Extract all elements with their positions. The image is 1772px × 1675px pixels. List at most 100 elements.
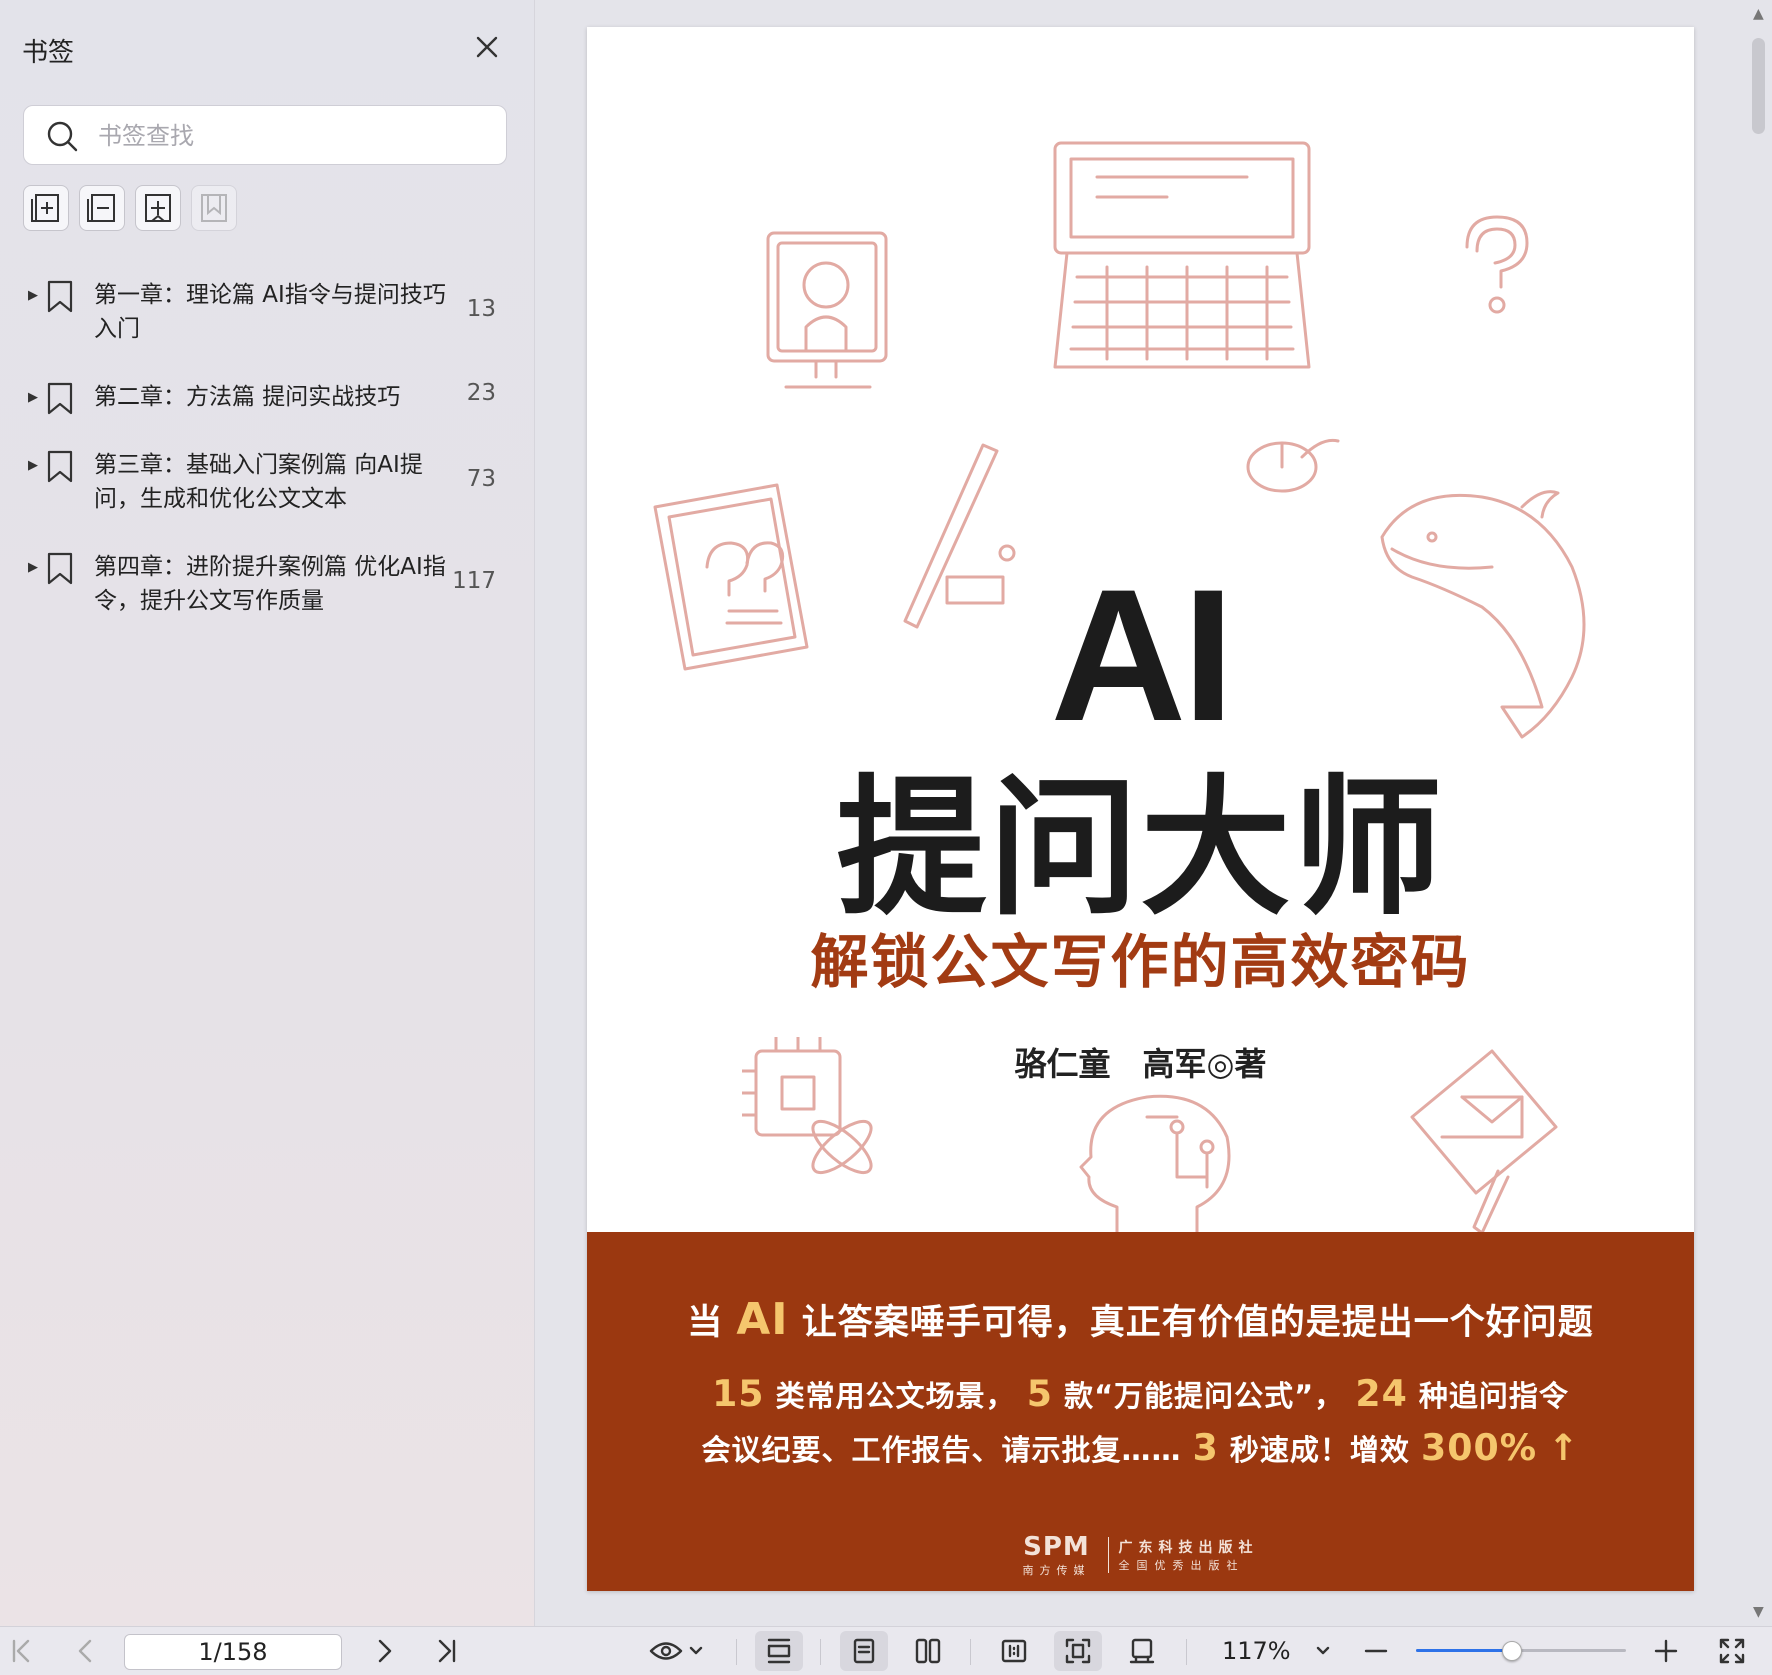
view-mode-dropdown[interactable] <box>644 1627 708 1675</box>
bookmark-page-number: 13 <box>466 296 496 322</box>
pdf-page[interactable]: AI 提问大师 解锁公文写作的高效密码 骆仁童 高军◎著 当 AI 让答案唾手可… <box>587 27 1694 1591</box>
cover-authors: 骆仁童 高军◎著 <box>1014 1045 1267 1083</box>
bookmark-label: 第四章：进阶提升案例篇 优化AI指令，提升公文写作质量 <box>94 554 446 614</box>
zoom-dropdown-button[interactable] <box>1308 1627 1338 1675</box>
next-page-button[interactable] <box>370 1627 400 1675</box>
add-bookmark-icon <box>31 194 59 222</box>
bookmark-page-number: 23 <box>466 380 496 406</box>
separator <box>1186 1639 1187 1665</box>
actual-size-button[interactable] <box>990 1627 1038 1675</box>
plus-icon <box>1654 1639 1678 1663</box>
fit-page-button[interactable] <box>1054 1631 1102 1671</box>
search-icon <box>47 121 78 152</box>
close-icon[interactable] <box>470 30 504 64</box>
band-text: 当 <box>687 1303 724 1343</box>
bookmark-label: 第三章：基础入门案例篇 向AI提问，生成和优化公文文本 <box>94 452 423 512</box>
separator <box>736 1639 737 1665</box>
last-page-button[interactable] <box>432 1627 462 1675</box>
bookmark-icon <box>47 450 73 483</box>
fit-width-button[interactable] <box>755 1631 803 1671</box>
band-text: 款“万能提问公式”， <box>1064 1379 1345 1413</box>
add-child-bookmark-button[interactable] <box>135 185 181 231</box>
add-bookmark-button[interactable] <box>23 185 69 231</box>
zoom-level[interactable]: 117% <box>1222 1637 1291 1665</box>
band-highlight: AI <box>736 1294 789 1345</box>
chevron-down-icon <box>1316 1646 1330 1655</box>
bookmark-search-input[interactable] <box>96 116 480 156</box>
bookmark-item-chapter-3[interactable]: ▶ 第三章：基础入门案例篇 向AI提问，生成和优化公文文本 73 <box>0 448 534 518</box>
expand-arrow-icon[interactable]: ▶ <box>28 390 38 405</box>
bookmark-panel: 书签 书签查找 ▶ 第一章：理论篇 AI指令与提问技巧入门 13 ▶ 第二章：方… <box>0 0 535 1626</box>
publisher-group: 南方传媒 <box>1022 1564 1091 1577</box>
panel-title: 书签 <box>22 38 75 68</box>
bookmark-search-box[interactable] <box>23 105 507 165</box>
single-page-button[interactable] <box>840 1631 888 1671</box>
band-number: 15 <box>712 1372 765 1415</box>
bookmark-icon <box>47 552 73 585</box>
band-line-3: 会议纪要、工作报告、请示批复…… 3 秒速成！增效 300% ↑ <box>587 1426 1694 1469</box>
add-child-bookmark-icon <box>145 194 171 222</box>
chevron-left-icon <box>78 1639 92 1663</box>
minus-icon <box>1364 1649 1388 1653</box>
chevron-right-icon <box>378 1639 392 1663</box>
two-page-button[interactable] <box>904 1627 952 1675</box>
bookmark-disabled-icon <box>201 194 227 222</box>
expand-arrow-icon[interactable]: ▶ <box>28 560 38 575</box>
scroll-up-arrow-icon[interactable]: ▲ <box>1753 6 1764 22</box>
band-text: 会议纪要、工作报告、请示批复…… <box>701 1433 1182 1467</box>
zoom-in-button[interactable] <box>1650 1627 1682 1675</box>
cover-subtitle: 解锁公文写作的高效密码 <box>810 928 1471 996</box>
band-number: 300% <box>1421 1426 1538 1469</box>
expand-arrow-icon[interactable]: ▶ <box>28 458 38 473</box>
scrollbar-thumb[interactable] <box>1752 38 1765 134</box>
band-text: 种追问指令 <box>1418 1379 1569 1413</box>
bookmark-toggle-button[interactable] <box>191 185 237 231</box>
mouse-illustration <box>1246 438 1340 493</box>
bottom-toolbar: 117% <box>0 1626 1772 1675</box>
bookmark-page-number: 73 <box>466 466 496 492</box>
bookmark-item-chapter-1[interactable]: ▶ 第一章：理论篇 AI指令与提问技巧入门 13 <box>0 278 534 348</box>
bookmark-item-chapter-2[interactable]: ▶ 第二章：方法篇 提问实战技巧 23 <box>0 380 534 416</box>
fit-width-icon <box>767 1638 791 1664</box>
bookmark-icon <box>47 382 73 415</box>
first-page-button[interactable] <box>6 1627 36 1675</box>
up-arrow-icon: ↑ <box>1548 1426 1580 1469</box>
band-text: 让答案唾手可得，真正有价值的是提出一个好问题 <box>801 1303 1594 1343</box>
zoom-slider-handle[interactable] <box>1501 1641 1522 1661</box>
zoom-slider[interactable] <box>1416 1641 1626 1661</box>
scroll-down-arrow-icon[interactable]: ▼ <box>1753 1604 1764 1620</box>
expand-arrow-icon[interactable]: ▶ <box>28 288 38 303</box>
question-mark-illustration <box>1465 215 1529 314</box>
remove-bookmark-button[interactable] <box>79 185 125 231</box>
band-text: 秒速成！增效 <box>1229 1433 1410 1467</box>
page-number-input[interactable] <box>124 1634 342 1670</box>
fullscreen-button[interactable] <box>1714 1627 1750 1675</box>
rotate-page-button[interactable] <box>1118 1627 1166 1675</box>
fit-page-icon <box>1065 1638 1091 1664</box>
single-page-icon <box>853 1638 875 1664</box>
eye-icon <box>649 1642 683 1660</box>
band-number: 5 <box>1026 1372 1053 1415</box>
actual-size-icon <box>1001 1639 1027 1663</box>
laptop-illustration <box>1053 141 1311 369</box>
publisher-mark: SPM <box>1023 1532 1090 1562</box>
chevron-down-icon <box>689 1646 703 1655</box>
robot-monitor-illustration <box>766 231 888 389</box>
previous-page-button[interactable] <box>70 1627 100 1675</box>
band-headline: 当 AI 让答案唾手可得，真正有价值的是提出一个好问题 <box>587 1294 1694 1345</box>
band-line-2: 15 类常用公文场景， 5 款“万能提问公式”， 24 种追问指令 <box>587 1372 1694 1415</box>
last-page-icon <box>438 1639 456 1663</box>
bookmark-icon <box>47 280 73 313</box>
band-text: 类常用公文场景， <box>775 1379 1016 1413</box>
zoom-out-button[interactable] <box>1360 1627 1392 1675</box>
two-page-icon <box>915 1638 941 1664</box>
zoom-slider-fill <box>1416 1649 1511 1652</box>
band-number: 24 <box>1355 1372 1408 1415</box>
publisher-tagline: 全国优秀出版社 <box>1118 1559 1245 1572</box>
vertical-scrollbar[interactable]: ▲ ▼ <box>1745 0 1772 1626</box>
publisher-logo: SPM 南方传媒 广东科技出版社 全国优秀出版社 <box>587 1532 1694 1578</box>
cover-title: 提问大师 <box>836 762 1445 936</box>
bookmark-item-chapter-4[interactable]: ▶ 第四章：进阶提升案例篇 优化AI指令，提升公文写作质量 117 <box>0 550 534 620</box>
bookmark-label: 第二章：方法篇 提问实战技巧 <box>94 384 401 410</box>
separator <box>970 1639 971 1665</box>
